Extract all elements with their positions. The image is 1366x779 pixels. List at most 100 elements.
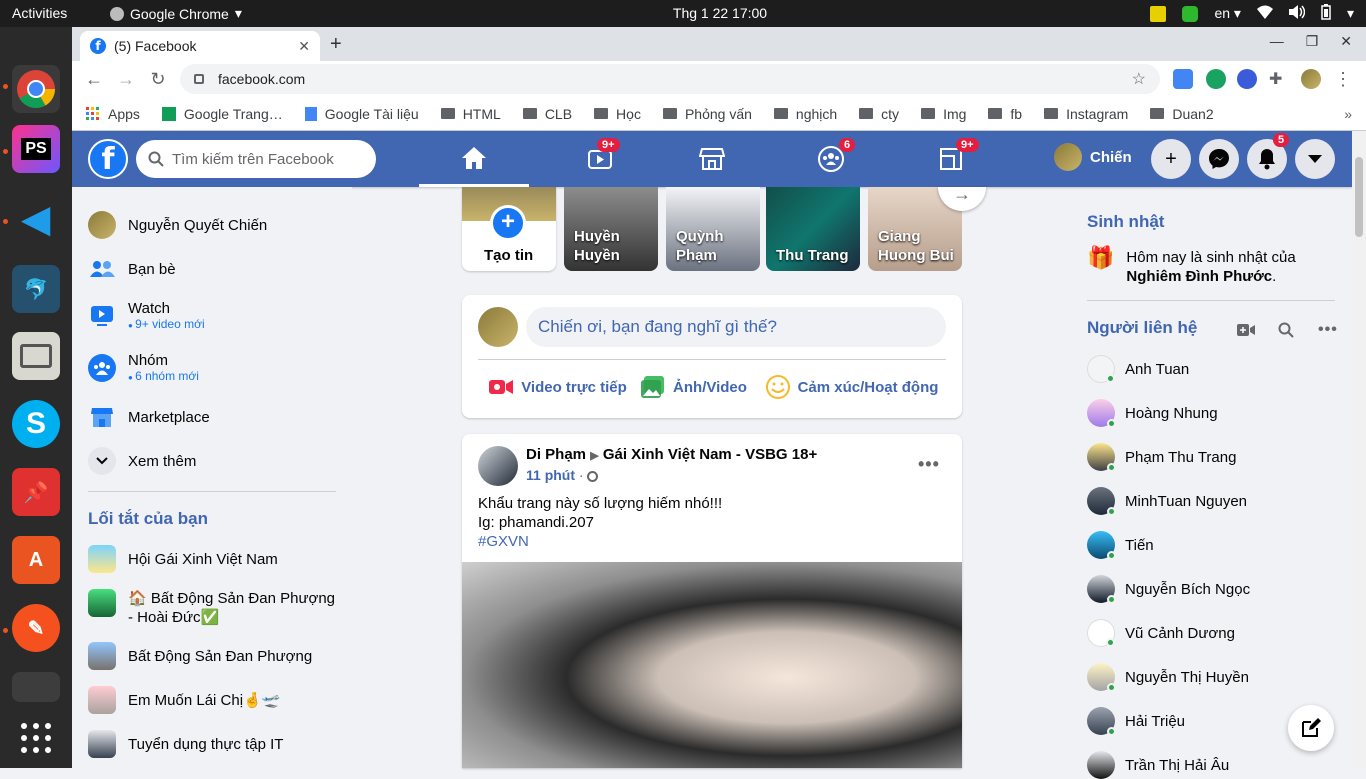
contact-item[interactable]: Anh Tuan (1087, 355, 1189, 383)
page-scrollbar[interactable] (1352, 131, 1366, 768)
shortcut-item[interactable]: 🏠 Bất Động Sản Đan Phượng - Hoài Đức✅ (88, 589, 338, 627)
sidebar-item-watch[interactable]: Watch9+ video mới (88, 300, 205, 331)
close-window-button[interactable]: ✕ (1340, 33, 1352, 50)
address-bar[interactable]: facebook.com ☆ (180, 64, 1160, 94)
bookmark-star-icon[interactable]: ☆ (1132, 69, 1146, 89)
video-call-icon[interactable] (1237, 323, 1255, 342)
postman-icon[interactable]: ✎ (12, 604, 60, 652)
puzzle-extensions-icon[interactable]: ✚ (1269, 69, 1289, 89)
close-tab-icon[interactable]: ✕ (298, 38, 310, 55)
text-editor-icon[interactable] (12, 672, 60, 702)
story-card[interactable]: Thu Trang (766, 187, 860, 271)
shortcut-item[interactable]: Hội Gái Xinh Việt Nam (88, 545, 278, 573)
pin-app-icon[interactable]: 📌 (12, 468, 60, 516)
shield-check-icon[interactable] (1182, 5, 1199, 22)
bookmark-folder-duan2[interactable]: Duan2 (1150, 106, 1214, 122)
tab-facebook[interactable]: f (5) Facebook ✕ (80, 31, 320, 61)
shortcut-item[interactable]: Bất Động Sản Đan Phượng (88, 642, 312, 670)
lock-icon[interactable] (194, 74, 204, 84)
create-story-card[interactable]: + Tạo tin (462, 187, 556, 271)
bookmark-folder-img[interactable]: Img (921, 106, 966, 122)
contact-item[interactable]: Vũ Cảnh Dương (1087, 619, 1235, 647)
scrollbar-thumb[interactable] (1355, 157, 1363, 237)
bookmark-google-sites[interactable]: Google Trang… (161, 106, 283, 122)
contact-item[interactable]: Hải Triệu (1087, 707, 1185, 736)
bookmark-google-docs[interactable]: Google Tài liệu (304, 106, 419, 122)
post-author[interactable]: Di Phạm (526, 446, 586, 463)
adguard-shield-icon[interactable] (1206, 69, 1226, 89)
contacts-options-icon[interactable]: ••• (1318, 321, 1338, 339)
contact-item[interactable]: Phạm Thu Trang (1087, 443, 1236, 472)
bookmark-folder-nghich[interactable]: nghịch (773, 106, 837, 122)
shortcut-item[interactable]: Em Muốn Lái Chị🤞🛫 (88, 686, 280, 714)
software-center-icon[interactable]: A (12, 536, 60, 584)
contact-item[interactable]: Trần Thị Hải Âu (1087, 751, 1229, 779)
sidebar-item-see-more[interactable]: Xem thêm (88, 447, 196, 475)
vscode-icon[interactable]: ◀ (12, 195, 60, 243)
bookmark-folder-phong-van[interactable]: Phỏng vấn (662, 106, 752, 122)
account-menu-button[interactable] (1295, 139, 1335, 179)
bookmark-apps[interactable]: Apps (86, 106, 140, 122)
minimize-button[interactable]: — (1270, 33, 1284, 50)
bookmark-folder-hoc[interactable]: Học (594, 106, 641, 122)
show-apps-icon[interactable] (12, 714, 60, 762)
wifi-icon[interactable] (1256, 5, 1273, 22)
notifications-button[interactable]: 5 (1247, 133, 1290, 179)
story-card[interactable]: Quỳnh Phạm (666, 187, 760, 271)
contact-item[interactable]: Tiến (1087, 531, 1154, 560)
profile-avatar[interactable] (1301, 69, 1321, 89)
create-button[interactable]: + (1151, 139, 1191, 179)
avatar[interactable] (478, 446, 518, 486)
messenger-button[interactable] (1199, 139, 1239, 179)
notes-icon[interactable] (1150, 5, 1167, 22)
post-photo[interactable] (462, 562, 962, 768)
system-tray[interactable]: en ▾ ▾ (1150, 4, 1354, 23)
skype-icon[interactable]: S (12, 400, 60, 448)
block-extension-icon[interactable] (1237, 69, 1257, 89)
new-message-button[interactable] (1288, 705, 1334, 751)
reload-button[interactable]: ↻ (142, 69, 174, 90)
bookmark-folder-fb[interactable]: fb (988, 106, 1022, 122)
nav-marketplace[interactable] (657, 131, 767, 187)
contact-item[interactable]: Nguyễn Thị Huyền (1087, 663, 1249, 692)
language-indicator[interactable]: en ▾ (1214, 5, 1241, 22)
facebook-logo[interactable]: f (88, 139, 128, 179)
chrome-dock-icon[interactable] (12, 65, 60, 113)
post-time[interactable]: 11 phút (526, 467, 575, 483)
bookmark-folder-cty[interactable]: cty (859, 106, 899, 122)
feeling-activity-button[interactable]: Cảm xúc/Hoạt động (762, 367, 942, 407)
forward-button[interactable]: → (110, 69, 142, 90)
shortcut-item[interactable]: Tuyển dụng thực tập IT (88, 730, 283, 758)
more-bookmarks-icon[interactable]: » (1344, 106, 1352, 122)
birthday-notice[interactable]: 🎁 Hôm nay là sinh nhật của Nghiêm Đình P… (1087, 247, 1326, 286)
contact-item[interactable]: MinhTuan Nguyen (1087, 487, 1247, 516)
search-input[interactable]: Tìm kiếm trên Facebook (136, 140, 376, 178)
nav-gaming[interactable]: 9+ (896, 131, 1006, 187)
translate-extension-icon[interactable] (1173, 69, 1193, 89)
whats-on-your-mind-input[interactable]: Chiến ơi, bạn đang nghĩ gì thế? (526, 307, 946, 347)
bookmark-folder-html[interactable]: HTML (440, 106, 501, 122)
sidebar-item-marketplace[interactable]: Marketplace (88, 403, 210, 431)
battery-icon[interactable] (1321, 4, 1331, 23)
sidebar-item-profile[interactable]: Nguyễn Quyết Chiến (88, 211, 267, 239)
chevron-down-icon[interactable]: ▾ (1347, 5, 1354, 22)
story-card[interactable]: Huyền Huyền (564, 187, 658, 271)
contact-item[interactable]: Nguyễn Bích Ngọc (1087, 575, 1250, 604)
new-tab-button[interactable]: + (330, 33, 342, 56)
nav-home[interactable] (419, 131, 529, 187)
bookmark-folder-instagram[interactable]: Instagram (1044, 106, 1128, 122)
photo-video-button[interactable]: Ảnh/Video (634, 367, 754, 407)
back-button[interactable]: ← (78, 69, 110, 90)
files-icon[interactable] (12, 332, 60, 380)
bookmark-folder-clb[interactable]: CLB (522, 106, 572, 122)
hashtag-link[interactable]: #GXVN (478, 532, 722, 551)
contact-item[interactable]: Hoàng Nhung (1087, 399, 1218, 428)
maximize-button[interactable]: ❐ (1306, 33, 1319, 50)
chrome-menu-icon[interactable]: ⋮ (1333, 69, 1353, 89)
post-group[interactable]: Gái Xinh Việt Nam - VSBG 18+ (603, 446, 817, 463)
live-video-button[interactable]: Video trực tiếp (478, 367, 638, 407)
nav-watch[interactable]: 9+ (545, 131, 655, 187)
profile-button[interactable]: Chiến (1054, 143, 1132, 171)
nav-groups[interactable]: 6 (776, 131, 886, 187)
sidebar-item-groups[interactable]: Nhóm6 nhóm mới (88, 352, 199, 383)
